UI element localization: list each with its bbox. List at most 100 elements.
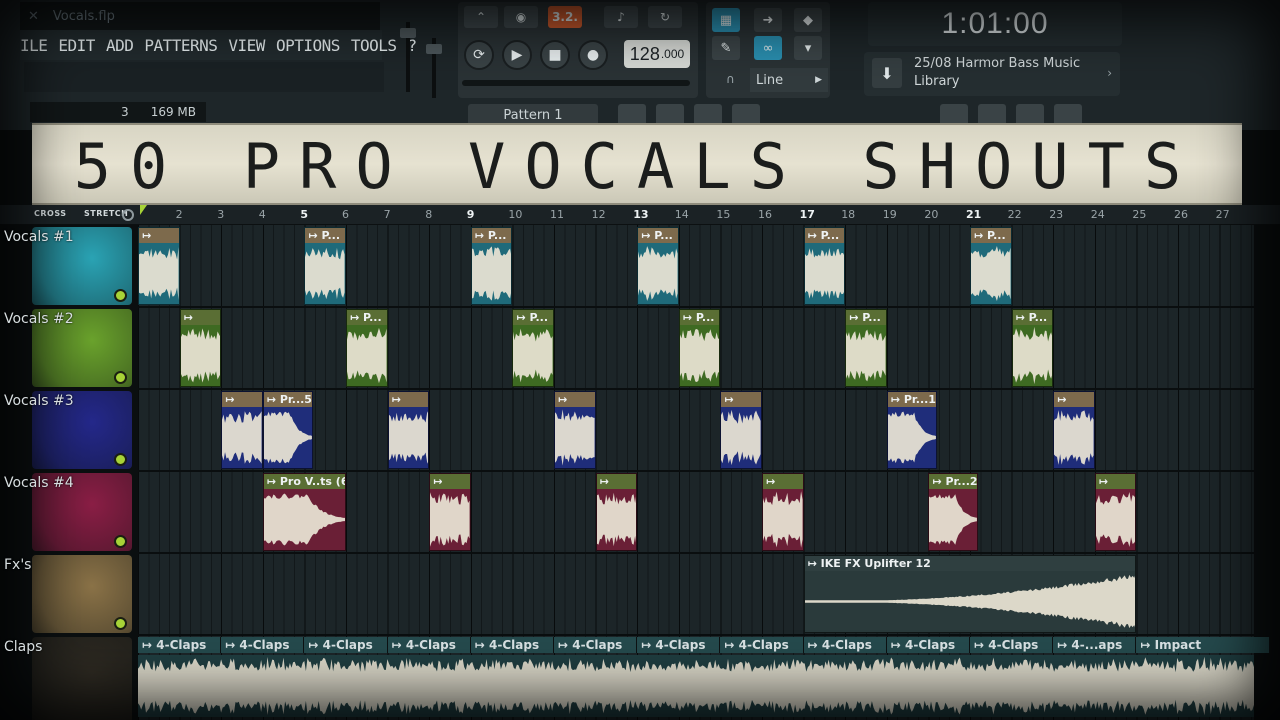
clap-clip[interactable]: ↦ 4-Claps xyxy=(803,637,887,653)
clap-clip[interactable]: ↦ 4-Claps xyxy=(221,637,305,653)
time-display[interactable]: 1:01:00 xyxy=(868,2,1122,46)
clip-header[interactable]: ↦ xyxy=(763,474,803,489)
vocal-clip[interactable]: ↦ xyxy=(720,391,762,469)
clap-clip[interactable]: ↦ 4-Claps xyxy=(970,637,1054,653)
clip-header[interactable]: ↦ xyxy=(222,392,262,407)
clip-header[interactable]: ↦ P... xyxy=(513,310,553,325)
menu-tools[interactable]: TOOLS xyxy=(351,36,397,55)
track-header[interactable]: Vocals #3 xyxy=(0,389,138,471)
clip-header[interactable]: ↦ P... xyxy=(305,228,345,243)
magnet-icon[interactable]: ∩ xyxy=(726,72,735,86)
clap-clip[interactable]: ↦ Impact xyxy=(1136,637,1270,653)
clip-header[interactable]: ↦ Pr...5) xyxy=(263,392,312,407)
clip-header[interactable]: ↦ xyxy=(596,474,637,489)
master-volume-slider[interactable] xyxy=(392,18,452,98)
clip-header[interactable]: ↦ xyxy=(1054,392,1094,407)
close-icon[interactable]: ✕ xyxy=(28,9,39,24)
countdown-button[interactable]: 3.2. xyxy=(548,6,582,28)
fx-clip[interactable]: ↦ IKE FX Uplifter 12 xyxy=(803,555,1137,633)
menu-add[interactable]: ADD xyxy=(106,36,134,55)
vocal-clip[interactable]: ↦ P... xyxy=(678,309,721,387)
track-header[interactable]: Fx's xyxy=(0,553,138,635)
clap-clip[interactable]: ↦ 4-Claps xyxy=(304,637,388,653)
clap-clip[interactable]: ↦ 4-Claps xyxy=(720,637,804,653)
vocal-clip[interactable]: ↦ xyxy=(138,227,180,305)
track-mute-led[interactable] xyxy=(114,617,127,630)
menu-view[interactable]: VIEW xyxy=(228,36,265,55)
clip-header[interactable]: ↦ IKE FX Uplifter 12 xyxy=(804,556,1136,571)
clip-header[interactable]: ↦ P... xyxy=(804,228,845,243)
vocal-clip[interactable]: ↦ P... xyxy=(803,227,846,305)
volume-knob[interactable] xyxy=(400,28,416,38)
track-header[interactable]: Vocals #2 xyxy=(0,307,138,389)
snap-select[interactable]: Line ▶ xyxy=(750,68,828,92)
record-icon[interactable]: ● xyxy=(578,40,608,70)
play-icon[interactable]: ▶ xyxy=(502,40,532,70)
draw-icon[interactable]: ✎ xyxy=(712,36,740,60)
menu-patterns[interactable]: PATTERNS xyxy=(144,36,218,55)
track-header[interactable]: Vocals #1 xyxy=(0,225,138,307)
chevron-right-icon[interactable]: › xyxy=(1107,66,1112,80)
menu-edit[interactable]: EDIT xyxy=(58,36,95,55)
metronome-icon[interactable]: ⌃ xyxy=(464,6,498,28)
clip-header[interactable]: ↦ xyxy=(139,228,179,243)
typing-keyboard-icon[interactable]: ▦ xyxy=(712,8,740,32)
track-mute-led[interactable] xyxy=(114,371,127,384)
pitch-knob[interactable] xyxy=(426,44,442,54)
crossfade-option[interactable]: CROSS xyxy=(34,209,67,218)
menu-file[interactable]: ILE xyxy=(20,36,48,55)
clip-header[interactable]: ↦ P... xyxy=(347,310,387,325)
clap-clip[interactable]: ↦ 4-Claps xyxy=(637,637,721,653)
clip-header[interactable]: ↦ P... xyxy=(638,228,678,243)
vocal-clip[interactable]: ↦ xyxy=(387,391,430,469)
step-edit-icon[interactable]: ♪ xyxy=(604,6,638,28)
clap-clip[interactable]: ↦ 4-...aps xyxy=(1053,637,1137,653)
cpu-icon[interactable]: ◆ xyxy=(794,8,822,32)
clip-header[interactable]: ↦ Pr...2) xyxy=(929,474,978,489)
clap-clip[interactable]: ↦ 4-Claps xyxy=(554,637,638,653)
clip-header[interactable]: ↦ Pr...1) xyxy=(887,392,936,407)
vocal-clip[interactable]: ↦ Pr...1) xyxy=(886,391,937,469)
vocal-clip[interactable]: ↦ xyxy=(595,473,638,551)
vocal-clip[interactable]: ↦ P... xyxy=(970,227,1012,305)
track-header[interactable]: Claps xyxy=(0,635,138,720)
tempo-display[interactable]: 128.000 xyxy=(624,40,690,68)
link-icon[interactable]: ∞ xyxy=(754,36,782,60)
vocal-clip[interactable]: ↦ xyxy=(221,391,263,469)
vocal-clip[interactable]: ↦ xyxy=(1053,391,1095,469)
pattern-song-toggle-icon[interactable]: ⟳ xyxy=(464,40,494,70)
vocal-clip[interactable]: ↦ xyxy=(429,473,471,551)
vocal-clip[interactable]: ↦ P... xyxy=(470,227,513,305)
clip-header[interactable]: ↦ P... xyxy=(471,228,512,243)
clap-clip[interactable]: ↦ 4-Claps xyxy=(886,637,970,653)
vocal-clip[interactable]: ↦ xyxy=(554,391,596,469)
clip-header[interactable]: ↦ P... xyxy=(679,310,720,325)
vocal-clip[interactable]: ↦ P... xyxy=(304,227,346,305)
vocal-clip[interactable]: ↦ P... xyxy=(346,309,388,387)
track-mute-led[interactable] xyxy=(114,535,127,548)
clip-header[interactable]: ↦ P... xyxy=(1012,310,1053,325)
chevron-down-icon[interactable]: ▾ xyxy=(794,36,822,60)
playhead-marker[interactable] xyxy=(140,205,147,215)
download-icon[interactable]: ⬇ xyxy=(872,58,902,88)
vocal-clip[interactable]: ↦ Pr...2) xyxy=(928,473,979,551)
clap-clip[interactable]: ↦ 4-Claps xyxy=(470,637,554,653)
vocal-clip[interactable]: ↦ P... xyxy=(637,227,679,305)
clip-header[interactable]: ↦ xyxy=(388,392,429,407)
clip-header[interactable]: ↦ P... xyxy=(846,310,886,325)
vocal-clip[interactable]: ↦ xyxy=(762,473,804,551)
clip-header[interactable]: ↦ xyxy=(721,392,761,407)
vocal-clip[interactable]: ↦ P... xyxy=(845,309,887,387)
playlist-grid[interactable]: ↦ ↦ P... ↦ P... ↦ P... ↦ P... ↦ P... ↦ ↦ P...… xyxy=(138,225,1270,720)
clap-clip[interactable]: ↦ 4-Claps xyxy=(138,637,222,653)
vocal-clip[interactable]: ↦ xyxy=(179,309,222,387)
clip-header[interactable]: ↦ xyxy=(555,392,595,407)
vocal-clip[interactable]: ↦ Pr...5) xyxy=(262,391,313,469)
vocal-clip[interactable]: ↦ P... xyxy=(1011,309,1054,387)
vocal-clip[interactable]: ↦ Pro V..ts (6) xyxy=(262,473,346,551)
track-mute-led[interactable] xyxy=(114,453,127,466)
stretch-toggle[interactable] xyxy=(122,209,134,221)
track-color-swatch[interactable] xyxy=(32,637,132,720)
song-position-bar[interactable] xyxy=(462,80,690,86)
stop-icon[interactable]: ■ xyxy=(540,40,570,70)
